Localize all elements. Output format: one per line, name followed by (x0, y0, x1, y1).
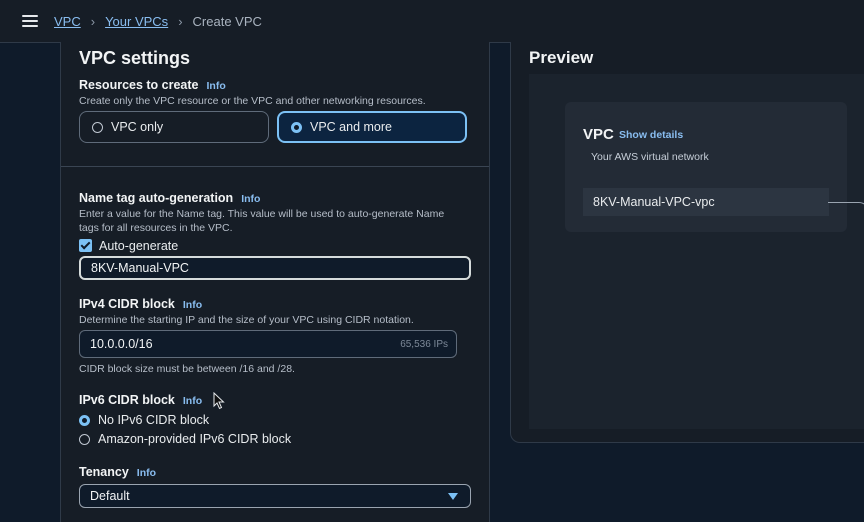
ipv4-cidr-value: 10.0.0.0/16 (90, 337, 153, 351)
ipv4-description: Determine the starting IP and the size o… (79, 314, 414, 326)
name-tag-description-line2: tags for all resources in the VPC. (79, 222, 233, 234)
name-tag-description: Enter a value for the Name tag. This val… (79, 207, 479, 235)
tenancy-label-text: Tenancy (79, 465, 129, 479)
ipv6-label: IPv6 CIDR block Info (79, 393, 202, 407)
option-amazon-ipv6-label: Amazon-provided IPv6 CIDR block (98, 432, 292, 446)
name-tag-label: Name tag auto-generation Info (79, 191, 260, 205)
name-tag-description-line1: Enter a value for the Name tag. This val… (79, 208, 445, 220)
resources-label-text: Resources to create (79, 78, 199, 92)
ipv6-label-text: IPv6 CIDR block (79, 393, 175, 407)
resources-label: Resources to create Info (79, 78, 226, 92)
top-navigation-bar: VPC › Your VPCs › Create VPC (0, 0, 864, 43)
resources-info-link[interactable]: Info (207, 80, 226, 92)
tile-vpc-only-label: VPC only (111, 120, 164, 134)
chevron-right-icon: › (90, 14, 96, 29)
vpc-name-box: 8KV-Manual-VPC-vpc (583, 188, 829, 216)
vpc-card-subtitle: Your AWS virtual network (591, 151, 709, 163)
tenancy-select-value: Default (90, 489, 130, 503)
section-title: VPC settings (79, 48, 191, 68)
preview-title: Preview (529, 48, 594, 67)
radio-no-ipv6[interactable] (79, 414, 90, 426)
auto-generate-label: Auto-generate (99, 239, 179, 253)
resources-description: Create only the VPC resource or the VPC … (79, 95, 426, 107)
ipv4-info-link[interactable]: Info (183, 299, 202, 311)
vpc-settings-panel: VPC settings Resources to create Info Cre… (60, 42, 490, 522)
name-tag-input[interactable]: 8KV-Manual-VPC (79, 256, 471, 280)
ipv6-info-link[interactable]: Info (183, 395, 202, 407)
preview-connector-line (828, 202, 864, 233)
vpc-preview-card: VPC Show details Your AWS virtual networ… (565, 102, 847, 232)
option-no-ipv6[interactable]: No IPv6 CIDR block (79, 413, 209, 427)
ipv4-label-text: IPv4 CIDR block (79, 297, 175, 311)
show-details-link[interactable]: Show details (619, 129, 683, 141)
option-no-ipv6-label: No IPv6 CIDR block (98, 413, 210, 427)
breadcrumb-vpc[interactable]: VPC (54, 14, 81, 29)
tile-vpc-and-more[interactable]: VPC and more (277, 111, 467, 143)
name-tag-input-value: 8KV-Manual-VPC (91, 261, 189, 275)
radio-vpc-and-more[interactable] (291, 121, 302, 133)
breadcrumb-your-vpcs[interactable]: Your VPCs (105, 14, 168, 29)
tile-vpc-only[interactable]: VPC only (79, 111, 269, 143)
breadcrumb-current: Create VPC (192, 14, 262, 29)
chevron-right-icon: › (178, 14, 183, 29)
mouse-pointer-icon (213, 392, 225, 410)
tile-vpc-and-more-label: VPC and more (310, 120, 392, 134)
preview-panel: Preview VPC Show details Your AWS virtua… (510, 42, 864, 443)
radio-amazon-ipv6[interactable] (79, 433, 90, 445)
ipv4-cidr-input[interactable]: 10.0.0.0/16 65,536 IPs (79, 330, 457, 358)
caret-down-icon (448, 493, 458, 500)
tenancy-label: Tenancy Info (79, 465, 156, 479)
name-tag-info-link[interactable]: Info (241, 193, 260, 205)
hamburger-icon[interactable] (22, 15, 38, 27)
ipv4-hint: CIDR block size must be between /16 and … (79, 363, 295, 375)
tenancy-info-link[interactable]: Info (137, 467, 156, 479)
auto-generate-checkbox[interactable] (79, 239, 92, 252)
radio-vpc-only[interactable] (92, 121, 103, 133)
option-amazon-ipv6[interactable]: Amazon-provided IPv6 CIDR block (79, 432, 291, 446)
ipv4-ip-count: 65,536 IPs (400, 338, 448, 350)
name-tag-label-text: Name tag auto-generation (79, 191, 234, 205)
section-divider (61, 166, 489, 167)
breadcrumb: VPC › Your VPCs › Create VPC (54, 14, 262, 29)
vpc-card-title: VPC (583, 126, 614, 143)
tenancy-select[interactable]: Default (79, 484, 471, 508)
ipv4-label: IPv4 CIDR block Info (79, 297, 202, 311)
